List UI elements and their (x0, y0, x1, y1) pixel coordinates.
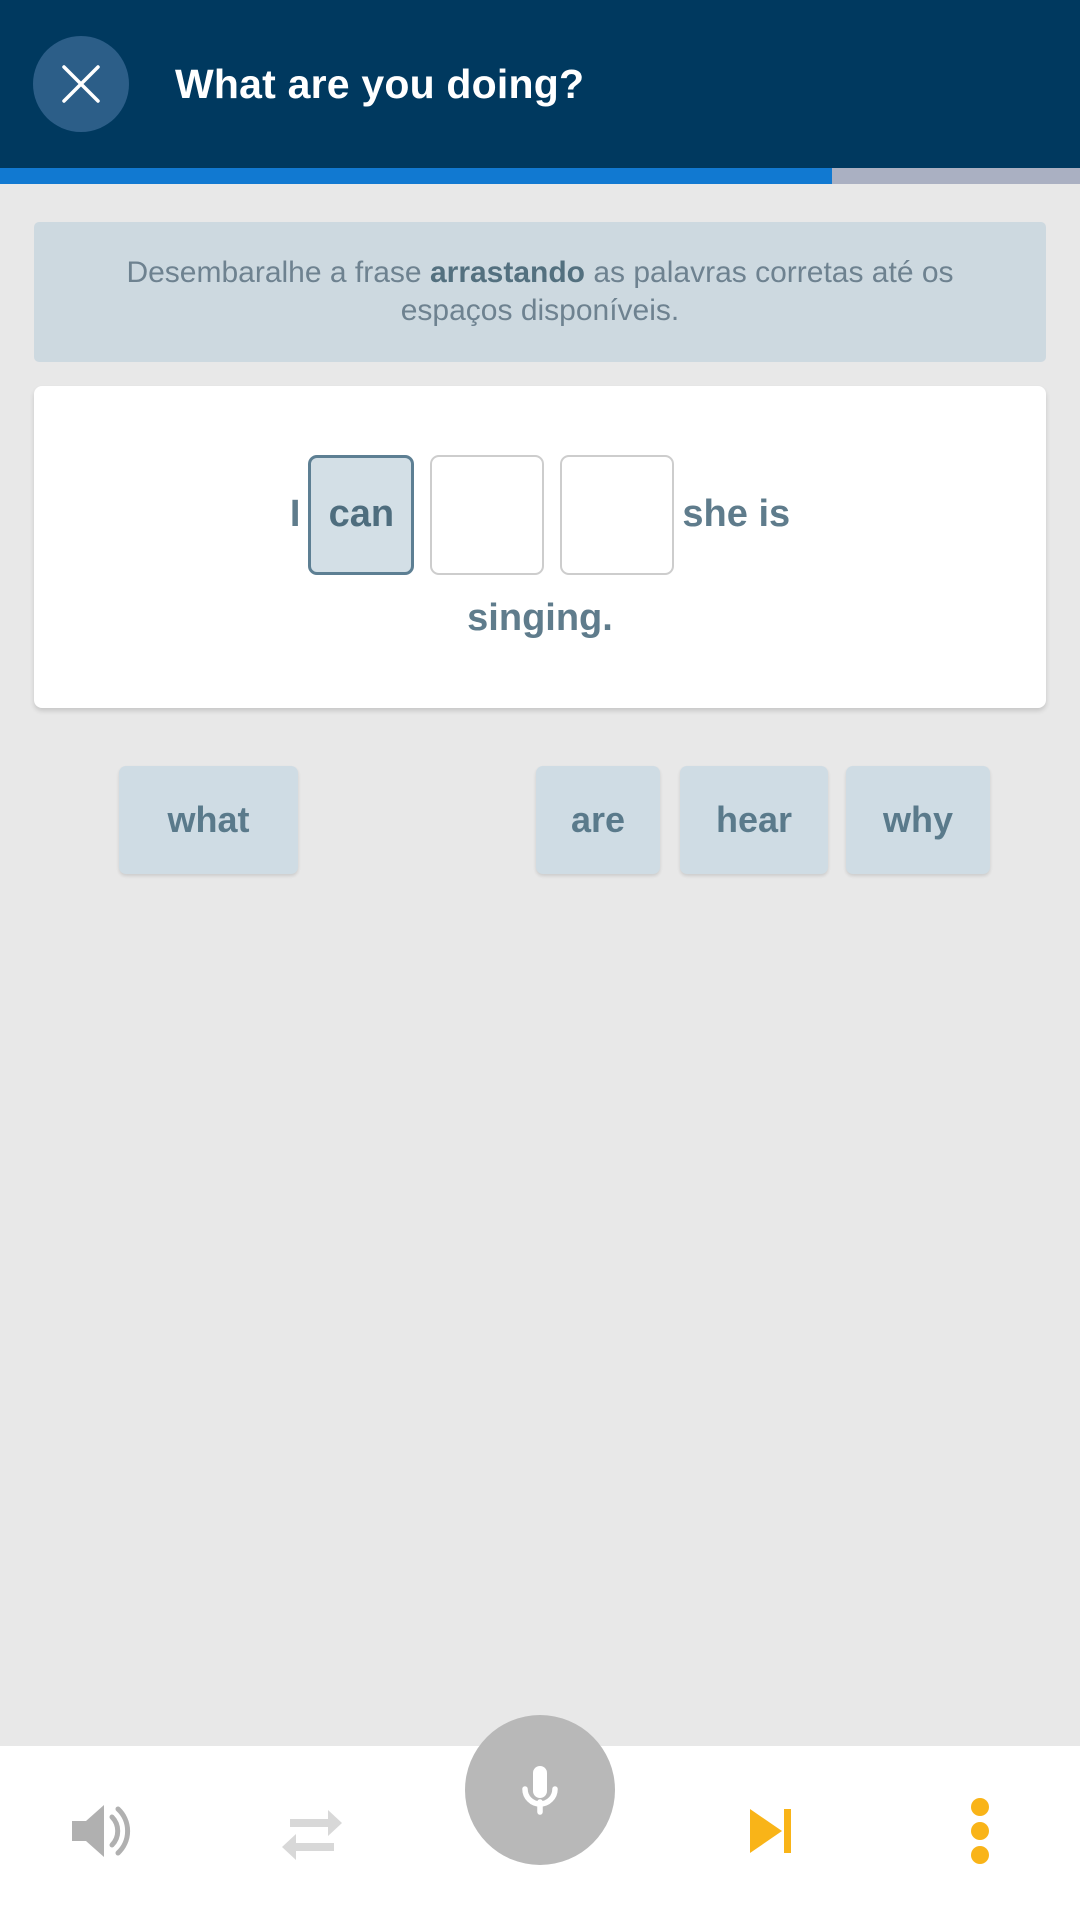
sentence-line-1: Ican she is (34, 454, 1046, 575)
sentence-slot-filled[interactable]: can (308, 454, 415, 575)
more-options-button[interactable] (930, 1783, 1030, 1883)
repeat-button[interactable] (262, 1783, 362, 1883)
volume-button[interactable] (50, 1783, 150, 1883)
word-bank-tile[interactable]: what (119, 766, 298, 874)
sentence-slot-empty[interactable] (560, 454, 675, 575)
skip-next-icon (738, 1799, 802, 1868)
microphone-button[interactable] (465, 1715, 615, 1865)
close-button[interactable] (33, 36, 129, 132)
word-bank-tile-label: are (570, 799, 626, 840)
skip-next-button[interactable] (720, 1783, 820, 1883)
word-bank-tile-label: hear (715, 799, 793, 840)
word-bank-tile[interactable]: why (846, 766, 990, 874)
sentence-line-2: singing. (467, 596, 613, 639)
close-icon (53, 56, 109, 112)
instruction-prefix: Desembaralhe a frase (126, 255, 430, 289)
word-bank: what are hear why (0, 766, 1080, 881)
repeat-icon (276, 1795, 348, 1872)
word-bank-tile[interactable]: hear (680, 766, 828, 874)
sentence-static-word: she is (682, 493, 791, 535)
app-header: What are you doing? (0, 0, 1080, 168)
word-bank-tile-label: what (167, 799, 250, 840)
word-bank-tile[interactable]: are (536, 766, 660, 874)
sentence-card: Ican she is singing. (34, 386, 1046, 708)
sentence-slot-empty[interactable] (430, 454, 545, 575)
progress-bar-fill (0, 168, 832, 184)
more-options-icon (965, 1793, 995, 1874)
instruction-text: Desembaralhe a frase arrastando as palav… (74, 254, 1006, 331)
word-bank-tile-label: why (882, 799, 953, 840)
sentence-slot-label: can (328, 493, 395, 535)
instruction-emphasis: arrastando (429, 255, 586, 289)
sentence-static-word: I (289, 493, 301, 535)
page-title: What are you doing? (175, 60, 585, 107)
volume-icon (62, 1793, 138, 1874)
instruction-banner: Desembaralhe a frase arrastando as palav… (34, 222, 1046, 362)
microphone-icon (504, 1752, 576, 1829)
progress-bar-track (0, 168, 1080, 184)
